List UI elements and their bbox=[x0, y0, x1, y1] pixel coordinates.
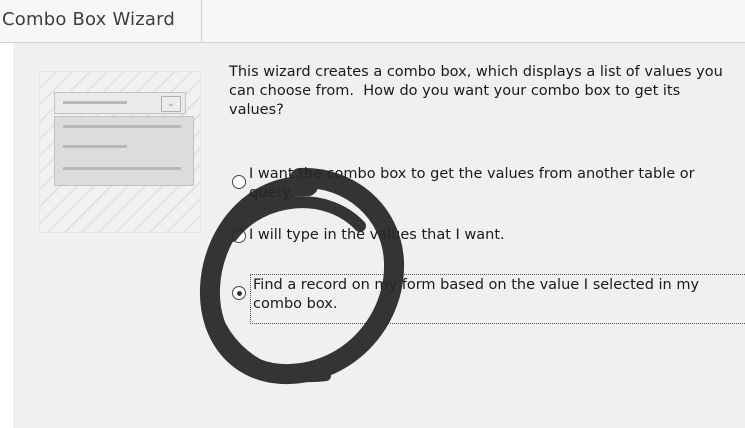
radio-option-find-record[interactable] bbox=[232, 286, 246, 300]
window-title: Combo Box Wizard bbox=[2, 9, 176, 30]
wizard-panel: ⌄ This wizard creates a combo box, which… bbox=[13, 43, 745, 428]
illustration-list bbox=[54, 116, 194, 186]
title-bar: Combo Box Wizard bbox=[0, 0, 745, 43]
screenshot-stage: Combo Box Wizard ⌄ This wizard creates a… bbox=[0, 0, 745, 428]
illustration-line bbox=[63, 167, 181, 170]
combo-box-illustration: ⌄ bbox=[39, 71, 201, 233]
illustration-line bbox=[63, 101, 127, 104]
radio-selected-dot bbox=[236, 290, 242, 296]
illustration-dropdown-arrow: ⌄ bbox=[161, 96, 181, 112]
wizard-intro-text: This wizard creates a combo box, which d… bbox=[229, 64, 723, 118]
option-label-table-query[interactable]: I want the combo box to get the values f… bbox=[249, 165, 745, 203]
illustration-line bbox=[63, 145, 127, 148]
option-label-find-record[interactable]: Find a record on my form based on the va… bbox=[253, 276, 745, 314]
illustration-combo-field: ⌄ bbox=[54, 92, 186, 114]
title-divider bbox=[201, 0, 202, 42]
radio-option-type-values[interactable] bbox=[232, 229, 246, 243]
radio-option-table-query[interactable] bbox=[232, 175, 246, 189]
illustration-line bbox=[63, 125, 181, 128]
option-label-type-values[interactable]: I will type in the values that I want. bbox=[249, 226, 745, 245]
